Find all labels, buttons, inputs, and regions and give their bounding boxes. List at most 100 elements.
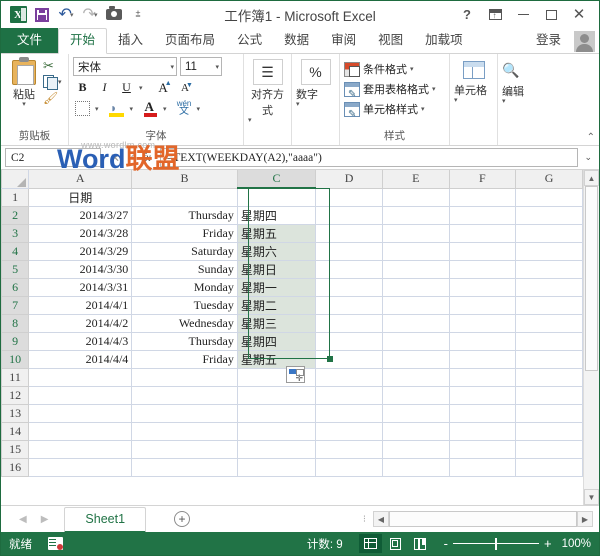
shrink-font-button[interactable]: A▼	[176, 78, 195, 97]
cell-b2[interactable]: Thursday	[132, 206, 238, 224]
zoom-slider[interactable]: - +	[444, 539, 552, 549]
cell-d13[interactable]	[316, 404, 383, 422]
formula-input[interactable]: =TEXT(WEEKDAY(A2),"aaaa")	[160, 148, 579, 167]
redo-icon[interactable]: ↷▾	[79, 5, 101, 25]
cell-e7[interactable]	[382, 296, 449, 314]
cell-g7[interactable]	[516, 296, 583, 314]
worksheet-grid[interactable]: A B C D E F G 1 日期	[1, 170, 583, 505]
cell-g15[interactable]	[516, 440, 583, 458]
cell-b15[interactable]	[132, 440, 238, 458]
cell-f7[interactable]	[449, 296, 516, 314]
alignment-button[interactable]: ☰	[253, 59, 283, 85]
cell-c13[interactable]	[237, 404, 315, 422]
cell-e3[interactable]	[382, 224, 449, 242]
find-select-icon[interactable]: 🔍	[502, 62, 519, 80]
row-header-3[interactable]: 3	[2, 224, 29, 242]
chevron-down-icon[interactable]: ▾	[410, 65, 414, 73]
cell-c12[interactable]	[237, 386, 315, 404]
cell-g4[interactable]	[516, 242, 583, 260]
cell-a1[interactable]: 日期	[29, 188, 132, 206]
cell-b1[interactable]	[132, 188, 238, 206]
cell-f14[interactable]	[449, 422, 516, 440]
row-header-7[interactable]: 7	[2, 296, 29, 314]
row-header-12[interactable]: 12	[2, 386, 29, 404]
cell-f12[interactable]	[449, 386, 516, 404]
chevron-down-icon[interactable]: ▾	[421, 105, 425, 113]
tab-formulas[interactable]: 公式	[226, 29, 273, 53]
col-header-g[interactable]: G	[516, 170, 583, 188]
cell-b7[interactable]: Tuesday	[132, 296, 238, 314]
cell-a10[interactable]: 2014/4/4	[29, 350, 132, 368]
row-header-11[interactable]: 11	[2, 368, 29, 386]
undo-icon[interactable]: ↶▾	[55, 5, 77, 25]
cell-a4[interactable]: 2014/3/29	[29, 242, 132, 260]
paste-button[interactable]: 粘贴 ▾	[5, 57, 43, 108]
close-icon[interactable]: ✕	[565, 3, 593, 27]
row-header-13[interactable]: 13	[2, 404, 29, 422]
cell-e16[interactable]	[382, 458, 449, 476]
cell-f3[interactable]	[449, 224, 516, 242]
cell-f15[interactable]	[449, 440, 516, 458]
chevron-down-icon[interactable]: ▾	[170, 63, 174, 71]
cell-d1[interactable]	[316, 188, 383, 206]
row-header-15[interactable]: 15	[2, 440, 29, 458]
tab-review[interactable]: 审阅	[320, 29, 367, 53]
cell-g12[interactable]	[516, 386, 583, 404]
borders-button[interactable]	[73, 99, 92, 118]
expand-formula-bar-icon[interactable]: ⌄	[581, 152, 595, 163]
record-macro-icon[interactable]	[48, 537, 63, 550]
scroll-up-button[interactable]: ▲	[584, 170, 599, 186]
cell-f1[interactable]	[449, 188, 516, 206]
cell-e11[interactable]	[382, 368, 449, 386]
cell-g6[interactable]	[516, 278, 583, 296]
page-break-view-button[interactable]	[409, 534, 432, 553]
fill-handle[interactable]	[327, 356, 333, 362]
chevron-down-icon[interactable]: ▾	[296, 102, 300, 108]
cell-c2[interactable]: 星期四	[237, 206, 315, 224]
sheet-tab-sheet1[interactable]: Sheet1	[64, 507, 146, 533]
scroll-down-button[interactable]: ▼	[584, 489, 599, 505]
cell-a14[interactable]	[29, 422, 132, 440]
cell-e10[interactable]	[382, 350, 449, 368]
fill-color-button[interactable]: ◗	[108, 99, 127, 118]
cell-g9[interactable]	[516, 332, 583, 350]
avatar[interactable]	[574, 31, 595, 52]
cell-a13[interactable]	[29, 404, 132, 422]
row-header-2[interactable]: 2	[2, 206, 29, 224]
tab-file[interactable]: 文件	[1, 28, 58, 53]
vertical-scroll-thumb[interactable]	[585, 186, 598, 371]
bold-button[interactable]: B	[73, 78, 92, 97]
row-header-10[interactable]: 10	[2, 350, 29, 368]
conditional-formatting-button[interactable]: 条件格式 ▾	[344, 59, 414, 79]
save-icon[interactable]	[31, 5, 53, 25]
chevron-down-icon[interactable]: ▾	[454, 98, 458, 104]
help-icon[interactable]: ?	[453, 3, 481, 27]
cell-e8[interactable]	[382, 314, 449, 332]
row-header-1[interactable]: 1	[2, 188, 29, 206]
vertical-scrollbar[interactable]: ▲ ▼	[583, 170, 599, 505]
cell-c3[interactable]: 星期五	[237, 224, 315, 242]
zoom-in-button[interactable]: +	[544, 539, 552, 549]
grow-font-button[interactable]: A▲	[154, 78, 173, 97]
tab-home[interactable]: 开始	[58, 28, 107, 54]
cell-f4[interactable]	[449, 242, 516, 260]
cancel-formula-icon[interactable]: ✕	[110, 151, 120, 165]
cell-g1[interactable]	[516, 188, 583, 206]
cell-e2[interactable]	[382, 206, 449, 224]
cell-f8[interactable]	[449, 314, 516, 332]
cut-button[interactable]: ✂	[43, 59, 62, 72]
cell-c4[interactable]: 星期六	[237, 242, 315, 260]
row-header-6[interactable]: 6	[2, 278, 29, 296]
cell-a2[interactable]: 2014/3/27	[29, 206, 132, 224]
cell-f13[interactable]	[449, 404, 516, 422]
row-header-8[interactable]: 8	[2, 314, 29, 332]
font-size-combo[interactable]: 11 ▾	[180, 57, 222, 76]
cell-g2[interactable]	[516, 206, 583, 224]
col-header-a[interactable]: A	[29, 170, 132, 188]
tab-data[interactable]: 数据	[273, 29, 320, 53]
maximize-icon[interactable]	[537, 3, 565, 27]
collapse-ribbon-icon[interactable]: ⌃	[587, 132, 595, 143]
cell-b6[interactable]: Monday	[132, 278, 238, 296]
cell-g13[interactable]	[516, 404, 583, 422]
cell-f5[interactable]	[449, 260, 516, 278]
